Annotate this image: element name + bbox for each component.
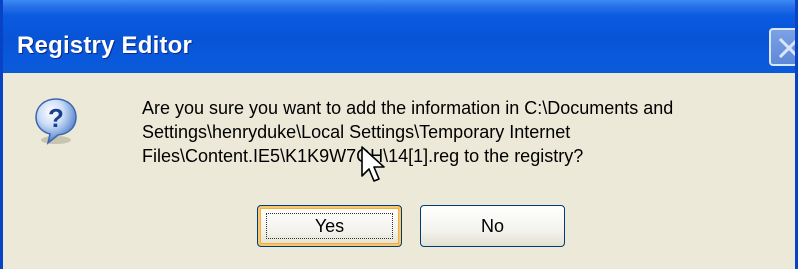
confirmation-message: Are you sure you want to add the informa… (142, 96, 782, 168)
question-icon: ? (31, 96, 81, 146)
focus-rectangle (266, 213, 393, 239)
dialog-body: ? Are you sure you want to add the infor… (3, 73, 795, 269)
title-bar[interactable]: Registry Editor (3, 0, 795, 73)
message-line: Settings\henryduke\Local Settings\Tempor… (142, 122, 571, 142)
mouse-cursor-icon (361, 146, 387, 190)
close-button[interactable] (769, 28, 795, 66)
message-line: Files\Content.IE5\K1K9W7GH\14[1].reg to … (142, 146, 584, 166)
svg-text:?: ? (48, 103, 64, 133)
close-icon (778, 37, 795, 59)
window-title: Registry Editor (17, 32, 193, 59)
no-button[interactable]: No (420, 205, 565, 247)
registry-editor-dialog: Registry Editor ? Are you sure you want … (0, 0, 798, 269)
no-button-label: No (480, 215, 504, 236)
message-line: Are you sure you want to add the informa… (142, 98, 674, 118)
yes-button[interactable]: Yes (257, 205, 402, 247)
